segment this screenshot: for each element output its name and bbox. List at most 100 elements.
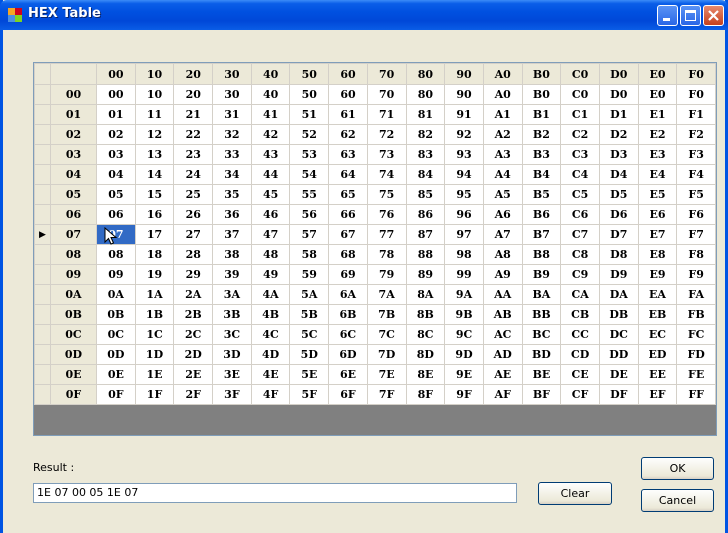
- hex-cell[interactable]: 71: [366, 104, 407, 125]
- column-header[interactable]: 40: [250, 63, 291, 85]
- title-bar[interactable]: HEX Table: [0, 0, 728, 30]
- hex-cell[interactable]: 34: [212, 164, 252, 185]
- hex-cell[interactable]: 51: [289, 104, 330, 125]
- hex-cell[interactable]: 17: [134, 224, 175, 245]
- hex-cell[interactable]: 40: [250, 84, 291, 105]
- row-header[interactable]: 07: [50, 224, 97, 245]
- hex-cell[interactable]: 45: [250, 184, 291, 205]
- hex-cell[interactable]: 92: [444, 124, 484, 145]
- hex-cell[interactable]: 8A: [405, 284, 446, 305]
- hex-cell[interactable]: FC: [676, 324, 716, 345]
- hex-cell[interactable]: F7: [676, 224, 716, 245]
- hex-cell[interactable]: 73: [366, 144, 407, 165]
- hex-cell[interactable]: 9A: [444, 284, 484, 305]
- hex-cell[interactable]: F3: [676, 144, 716, 165]
- hex-cell[interactable]: D2: [598, 124, 639, 145]
- hex-cell[interactable]: 14: [134, 164, 175, 185]
- hex-cell[interactable]: C2: [560, 124, 600, 145]
- hex-cell[interactable]: 27: [173, 224, 214, 245]
- hex-cell[interactable]: 77: [366, 224, 407, 245]
- hex-cell[interactable]: B3: [521, 144, 562, 165]
- hex-cell[interactable]: 72: [366, 124, 407, 145]
- hex-cell[interactable]: 5D: [289, 344, 330, 365]
- hex-cell[interactable]: 0D: [96, 344, 136, 365]
- hex-cell[interactable]: A0: [482, 84, 523, 105]
- hex-cell[interactable]: 95: [444, 184, 484, 205]
- hex-cell[interactable]: A6: [482, 204, 523, 225]
- hex-cell[interactable]: 87: [405, 224, 446, 245]
- hex-cell[interactable]: 47: [250, 224, 291, 245]
- hex-cell[interactable]: BD: [521, 344, 562, 365]
- hex-cell[interactable]: 35: [212, 184, 252, 205]
- row-header[interactable]: 0B: [50, 304, 97, 325]
- hex-cell[interactable]: C9: [560, 264, 600, 285]
- hex-cell[interactable]: 75: [366, 184, 407, 205]
- hex-cell[interactable]: 81: [405, 104, 446, 125]
- hex-cell[interactable]: F1: [676, 104, 716, 125]
- hex-cell[interactable]: 79: [366, 264, 407, 285]
- hex-cell[interactable]: EF: [637, 384, 678, 405]
- row-header[interactable]: 0D: [50, 344, 97, 365]
- row-header[interactable]: 0A: [50, 284, 97, 305]
- row-selector[interactable]: [34, 104, 51, 125]
- hex-cell[interactable]: 11: [134, 104, 175, 125]
- hex-cell[interactable]: 44: [250, 164, 291, 185]
- hex-cell[interactable]: 4D: [250, 344, 291, 365]
- hex-cell[interactable]: B6: [521, 204, 562, 225]
- hex-cell[interactable]: 56: [289, 204, 330, 225]
- hex-cell[interactable]: 6E: [328, 364, 368, 385]
- hex-cell[interactable]: 22: [173, 124, 214, 145]
- hex-cell[interactable]: F9: [676, 264, 716, 285]
- hex-cell[interactable]: D1: [598, 104, 639, 125]
- row-header[interactable]: 01: [50, 104, 97, 125]
- hex-cell[interactable]: 25: [173, 184, 214, 205]
- hex-cell[interactable]: 57: [289, 224, 330, 245]
- hex-cell[interactable]: 0F: [96, 384, 136, 405]
- hex-cell[interactable]: 6F: [328, 384, 368, 405]
- hex-cell[interactable]: 03: [96, 144, 136, 165]
- column-header[interactable]: 30: [212, 63, 252, 85]
- hex-cell[interactable]: 4A: [250, 284, 291, 305]
- hex-cell[interactable]: 24: [173, 164, 214, 185]
- hex-cell[interactable]: 64: [328, 164, 368, 185]
- hex-cell[interactable]: E3: [637, 144, 678, 165]
- hex-cell[interactable]: A1: [482, 104, 523, 125]
- hex-cell[interactable]: 7C: [366, 324, 407, 345]
- hex-cell[interactable]: BC: [521, 324, 562, 345]
- hex-cell[interactable]: 36: [212, 204, 252, 225]
- hex-cell[interactable]: 08: [96, 244, 136, 265]
- row-selector[interactable]: [34, 304, 51, 325]
- hex-cell[interactable]: 01: [96, 104, 136, 125]
- hex-cell[interactable]: FE: [676, 364, 716, 385]
- hex-cell[interactable]: 0E: [96, 364, 136, 385]
- hex-cell[interactable]: 89: [405, 264, 446, 285]
- hex-cell[interactable]: 18: [134, 244, 175, 265]
- hex-cell[interactable]: CD: [560, 344, 600, 365]
- hex-cell[interactable]: 76: [366, 204, 407, 225]
- hex-cell[interactable]: 8E: [405, 364, 446, 385]
- hex-cell[interactable]: 13: [134, 144, 175, 165]
- hex-cell[interactable]: 74: [366, 164, 407, 185]
- hex-cell[interactable]: 15: [134, 184, 175, 205]
- hex-cell[interactable]: 2C: [173, 324, 214, 345]
- hex-cell[interactable]: CB: [560, 304, 600, 325]
- row-selector[interactable]: [34, 324, 51, 345]
- hex-cell[interactable]: BA: [521, 284, 562, 305]
- hex-cell[interactable]: C8: [560, 244, 600, 265]
- hex-cell[interactable]: EB: [637, 304, 678, 325]
- hex-grid[interactable]: 00 10 20 30 40 50 60 70 80 90 A0 B0 C0 D0 E0 F0 00 00 10 20…: [33, 62, 717, 436]
- hex-cell[interactable]: 61: [328, 104, 368, 125]
- hex-cell[interactable]: B2: [521, 124, 562, 145]
- hex-cell[interactable]: 9C: [444, 324, 484, 345]
- hex-cell[interactable]: ED: [637, 344, 678, 365]
- row-selector[interactable]: [34, 384, 51, 405]
- hex-cell[interactable]: 31: [212, 104, 252, 125]
- hex-cell[interactable]: F6: [676, 204, 716, 225]
- hex-cell[interactable]: 80: [405, 84, 446, 105]
- hex-cell[interactable]: 58: [289, 244, 330, 265]
- row-header[interactable]: 0F: [50, 384, 97, 405]
- hex-cell[interactable]: D5: [598, 184, 639, 205]
- hex-cell[interactable]: 39: [212, 264, 252, 285]
- hex-cell[interactable]: 4E: [250, 364, 291, 385]
- hex-cell[interactable]: 59: [289, 264, 330, 285]
